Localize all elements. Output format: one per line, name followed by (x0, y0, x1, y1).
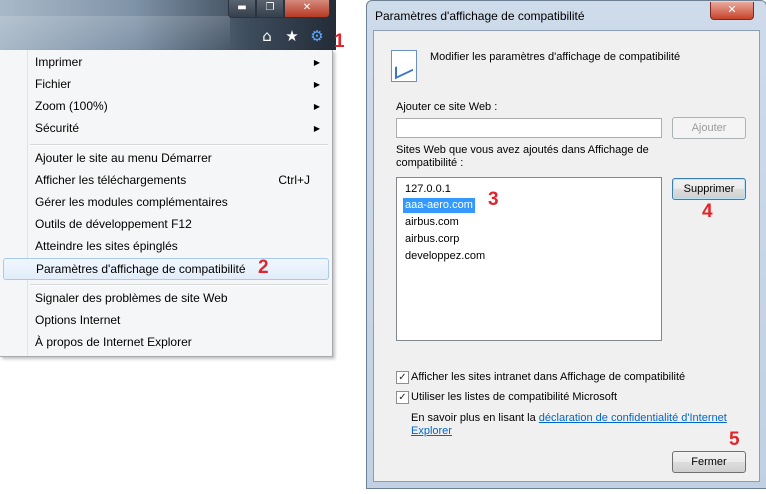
menu-item-dev-tools[interactable]: Outils de développement F12 (3, 214, 327, 235)
list-item[interactable]: 127.0.0.1 (403, 182, 453, 197)
menu-item-label: Sécurité (35, 121, 80, 135)
menu-item-internet-options[interactable]: Options Internet (3, 310, 327, 331)
menu-item-about[interactable]: À propos de Internet Explorer (3, 332, 327, 353)
intranet-checkbox-label: Afficher les sites intranet dans Afficha… (411, 371, 686, 383)
dialog-header-text: Modifier les paramètres d'affichage de c… (430, 51, 681, 63)
dialog-title: Paramètres d'affichage de compatibilité (375, 9, 585, 23)
menu-item-label: Imprimer (35, 55, 83, 69)
menu-item-zoom[interactable]: Zoom (100%) ▶ (3, 96, 327, 117)
sites-listbox[interactable]: 127.0.0.1 aaa-aero.com airbus.com airbus… (396, 177, 662, 341)
submenu-arrow-icon: ▶ (313, 124, 320, 133)
star-icon[interactable]: ★ (283, 27, 301, 45)
list-item-selected[interactable]: aaa-aero.com (403, 198, 475, 213)
ms-lists-checkbox-label: Utiliser les listes de compatibilité Mic… (411, 391, 618, 403)
menu-item-label: Atteindre les sites épinglés (35, 239, 178, 253)
menu-item-file[interactable]: Fichier ▶ (3, 74, 327, 95)
remove-button[interactable]: Supprimer (672, 178, 746, 200)
browser-chrome: ▬ ❐ ✕ ⌂ ★ ⚙ (0, 0, 336, 50)
menu-item-label: Fichier (35, 77, 72, 91)
intranet-checkbox[interactable]: ✓ (396, 371, 409, 384)
submenu-arrow-icon: ▶ (313, 58, 320, 67)
callout-5: 5 (729, 429, 740, 450)
menu-item-label: Afficher les téléchargements (35, 173, 187, 187)
menu-item-report-problems[interactable]: Signaler des problèmes de site Web (3, 288, 327, 309)
chrome-gradient (0, 16, 230, 50)
maximize-button[interactable]: ❐ (256, 0, 284, 18)
menu-item-addons[interactable]: Gérer les modules complémentaires (3, 192, 327, 213)
sites-list-label-cont: compatibilité : (396, 157, 464, 169)
menu-item-label: Gérer les modules complémentaires (35, 195, 228, 209)
dialog-body: Modifier les paramètres d'affichage de c… (373, 30, 760, 482)
tools-menu: Imprimer ▶ Fichier ▶ Zoom (100%) ▶ Sécur… (0, 50, 333, 357)
menu-item-label: Options Internet (35, 313, 121, 327)
menu-separator (30, 144, 328, 146)
privacy-link-cont[interactable]: Explorer (411, 425, 452, 437)
menu-item-label: À propos de Internet Explorer (35, 335, 192, 349)
menu-item-label: Outils de développement F12 (35, 217, 192, 231)
submenu-arrow-icon: ▶ (313, 102, 320, 111)
menu-item-compat-view[interactable]: Paramètres d'affichage de compatibilité (3, 258, 329, 280)
menu-item-add-to-start[interactable]: Ajouter le site au menu Démarrer (3, 148, 327, 169)
menu-item-pinned-sites[interactable]: Atteindre les sites épinglés (3, 236, 327, 257)
privacy-prefix: En savoir plus en lisant la (411, 412, 536, 424)
menu-shortcut: Ctrl+J (278, 173, 310, 187)
close-button[interactable]: Fermer (672, 451, 746, 473)
add-site-label: Ajouter ce site Web : (396, 101, 498, 113)
callout-3: 3 (488, 189, 499, 210)
close-window-button[interactable]: ✕ (284, 0, 330, 18)
home-icon[interactable]: ⌂ (258, 27, 276, 45)
menu-item-label: Signaler des problèmes de site Web (35, 291, 228, 305)
menu-item-label: Paramètres d'affichage de compatibilité (36, 262, 246, 276)
privacy-link[interactable]: déclaration de confidentialité d'Interne… (539, 412, 727, 424)
compat-view-icon (391, 50, 417, 82)
menu-item-label: Zoom (100%) (35, 99, 108, 113)
callout-4: 4 (702, 201, 713, 222)
add-button[interactable]: Ajouter (672, 117, 746, 139)
gear-icon[interactable]: ⚙ (308, 27, 326, 45)
list-item[interactable]: airbus.com (403, 215, 461, 230)
submenu-arrow-icon: ▶ (313, 80, 320, 89)
menu-item-security[interactable]: Sécurité ▶ (3, 118, 327, 139)
list-item[interactable]: developpez.com (403, 249, 487, 264)
callout-2: 2 (258, 257, 269, 278)
ms-lists-checkbox[interactable]: ✓ (396, 391, 409, 404)
window-buttons: ▬ ❐ ✕ (228, 0, 330, 18)
list-item[interactable]: airbus.corp (403, 232, 461, 247)
privacy-text: En savoir plus en lisant la déclaration … (411, 412, 727, 424)
menu-item-label: Ajouter le site au menu Démarrer (35, 151, 212, 165)
sites-list-label: Sites Web que vous avez ajoutés dans Aff… (396, 144, 649, 156)
compat-view-dialog: Paramètres d'affichage de compatibilité … (366, 0, 766, 489)
minimize-button[interactable]: ▬ (228, 0, 256, 18)
dialog-close-button[interactable]: ✕ (710, 2, 754, 20)
menu-item-print[interactable]: Imprimer ▶ (3, 52, 327, 73)
menu-separator (30, 284, 328, 286)
add-site-input[interactable] (396, 118, 662, 138)
toolbar-icons: ⌂ ★ ⚙ (258, 27, 326, 45)
menu-item-downloads[interactable]: Afficher les téléchargements Ctrl+J (3, 170, 327, 191)
callout-1: 1 (334, 31, 345, 52)
